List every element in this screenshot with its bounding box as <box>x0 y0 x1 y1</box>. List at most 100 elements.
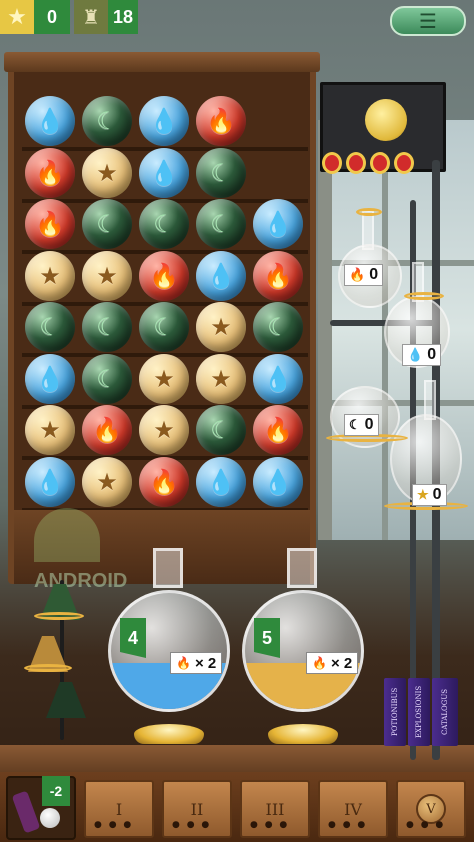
moon-icon: ☾ <box>349 417 361 432</box>
drawer-5[interactable]: V ● ● ● <box>396 780 466 838</box>
moon-gauge: ☾ 0 <box>344 414 379 436</box>
moon-orb[interactable]: ☾ <box>25 302 75 352</box>
menu-list-icon: ☰ <box>419 9 437 33</box>
moon-icon: ☾ <box>210 210 232 238</box>
stars-counter[interactable]: ★ 0 <box>0 0 70 34</box>
water-orb[interactable]: 💧 <box>25 353 75 404</box>
flask-multiplier: 🔥 × 2 <box>170 652 223 674</box>
water-orb[interactable]: 💧 <box>196 456 246 507</box>
drawer-4[interactable]: IV ● ● ● <box>318 780 388 838</box>
achievement-ribbon-icon <box>322 152 342 174</box>
moon-orb[interactable]: ☾ <box>196 405 246 455</box>
stars-count: 0 <box>34 0 70 34</box>
water-gauge: 💧 0 <box>402 344 442 366</box>
gold-star-icon: ★ <box>0 0 34 34</box>
book-catalogus[interactable]: CATALOGUS <box>432 678 458 746</box>
water-icon: 💧 <box>263 467 293 496</box>
star-icon: ★ <box>39 416 61 444</box>
book-explosionis[interactable]: EXPLOSIONIS <box>408 678 430 746</box>
moon-orb[interactable]: ☾ <box>196 147 246 198</box>
water-orb[interactable]: 💧 <box>139 147 189 198</box>
flask-stand <box>268 724 338 744</box>
drawer-3[interactable]: III ● ● ● <box>240 780 310 838</box>
robots-counter[interactable]: ♜ 18 <box>74 0 138 34</box>
top-bar: ★ 0 ♜ 18 ☰ <box>0 0 474 36</box>
star-orb[interactable]: ★ <box>139 353 189 404</box>
achievement-ribbons <box>322 152 414 174</box>
water-orb[interactable]: 💧 <box>253 353 303 404</box>
star-orb[interactable]: ★ <box>196 302 246 352</box>
potion-count-badge: -2 <box>42 776 70 806</box>
fire-orb[interactable]: 🔥 <box>196 96 246 146</box>
menu-button[interactable]: ☰ <box>390 6 466 36</box>
star-gauge-value: 0 <box>432 486 442 503</box>
moon-orb[interactable]: ☾ <box>139 199 189 249</box>
moon-icon: ☾ <box>96 313 118 341</box>
water-orb[interactable]: 💧 <box>139 96 189 146</box>
star-icon: ★ <box>39 261 61 290</box>
fire-orb[interactable]: 🔥 <box>253 405 303 455</box>
potion-bottle-icon <box>11 790 41 834</box>
drawer-dots: ● ● ● <box>94 820 134 830</box>
star-orb[interactable]: ★ <box>82 250 132 301</box>
fire-icon: 🔥 <box>263 261 293 290</box>
big-flask-neck <box>287 548 317 588</box>
star-orb[interactable]: ★ <box>25 250 75 301</box>
water-orb[interactable]: 💧 <box>196 250 246 301</box>
big-flask-neck <box>153 548 183 588</box>
moon-orb[interactable]: ☾ <box>82 96 132 146</box>
star-orb[interactable]: ★ <box>139 405 189 455</box>
star-icon: ★ <box>417 487 429 502</box>
pearl-icon <box>40 808 60 828</box>
drawer-dots: ● ● ● <box>406 820 446 830</box>
water-icon: 💧 <box>35 107 65 135</box>
fire-orb[interactable]: 🔥 <box>25 147 75 198</box>
moon-icon: ☾ <box>96 210 118 238</box>
fire-icon: 🔥 <box>92 416 122 444</box>
moon-icon: ☾ <box>153 313 175 341</box>
book-potionibus[interactable]: POTIONIBUS <box>384 678 406 746</box>
moon-orb[interactable]: ☾ <box>82 199 132 249</box>
star-icon: ★ <box>96 261 118 290</box>
water-orb[interactable]: 💧 <box>253 199 303 249</box>
drawer-label: II <box>190 799 204 819</box>
star-orb[interactable]: ★ <box>25 405 75 455</box>
star-icon: ★ <box>210 313 232 341</box>
drawer-dots: ● ● ● <box>172 820 212 830</box>
drawer-1[interactable]: I ● ● ● <box>84 780 154 838</box>
robots-count: 18 <box>108 0 138 34</box>
flask-ring <box>356 208 382 216</box>
fire-icon: 🔥 <box>35 158 65 187</box>
moon-orb[interactable]: ☾ <box>196 199 246 249</box>
drawer-label: V <box>426 801 436 817</box>
fire-orb[interactable]: 🔥 <box>82 405 132 455</box>
fire-orb[interactable]: 🔥 <box>139 456 189 507</box>
fire-icon: 🔥 <box>149 467 179 496</box>
water-icon: 💧 <box>206 467 236 496</box>
fire-gauge: 🔥 0 <box>344 264 384 286</box>
fire-orb[interactable]: 🔥 <box>253 250 303 301</box>
moon-orb[interactable]: ☾ <box>139 302 189 352</box>
water-icon: 💧 <box>206 261 236 290</box>
star-orb[interactable]: ★ <box>82 147 132 198</box>
fire-icon: 🔥 <box>263 416 293 444</box>
star-orb[interactable]: ★ <box>196 353 246 404</box>
star-orb[interactable]: ★ <box>82 456 132 507</box>
moon-orb[interactable]: ☾ <box>82 353 132 404</box>
star-icon: ★ <box>96 158 118 187</box>
watermark-text: ANDROID <box>34 570 128 592</box>
drawer-2[interactable]: II ● ● ● <box>162 780 232 838</box>
flask-multiplier: 🔥 × 2 <box>306 652 359 674</box>
fire-orb[interactable]: 🔥 <box>139 250 189 301</box>
water-orb[interactable]: 💧 <box>25 456 75 507</box>
moon-orb[interactable]: ☾ <box>82 302 132 352</box>
water-orb[interactable]: 💧 <box>253 456 303 507</box>
moon-icon: ☾ <box>96 364 118 393</box>
water-icon: 💧 <box>35 467 65 496</box>
water-icon: 💧 <box>263 364 293 393</box>
moon-orb[interactable]: ☾ <box>253 302 303 352</box>
multiplier-value: × 2 <box>330 654 353 672</box>
water-orb[interactable]: 💧 <box>25 96 75 146</box>
fire-gauge-value: 0 <box>369 266 379 283</box>
fire-orb[interactable]: 🔥 <box>25 199 75 249</box>
